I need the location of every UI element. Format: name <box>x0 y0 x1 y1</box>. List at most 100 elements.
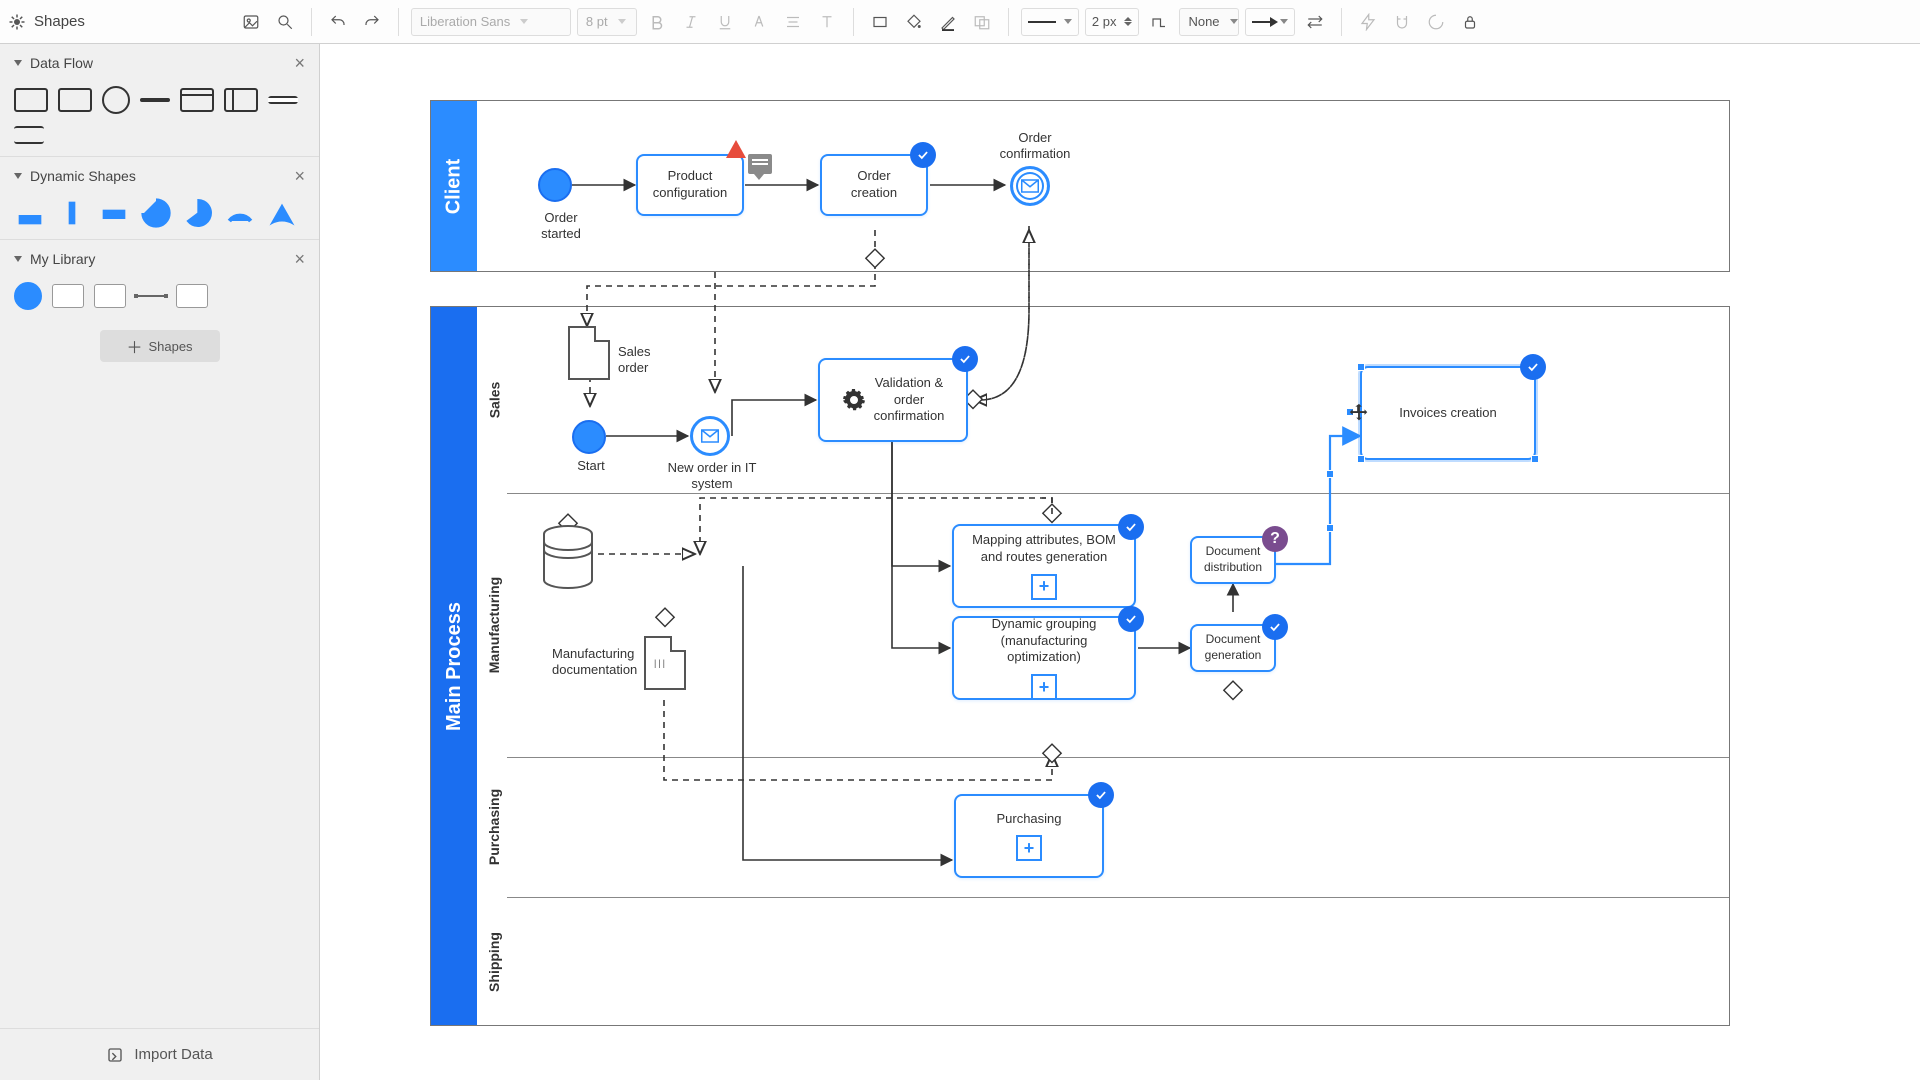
swap-arrows-button[interactable] <box>1301 8 1329 36</box>
shapes-menu[interactable]: Shapes <box>8 13 85 31</box>
chevron-down-icon <box>618 19 626 24</box>
pool-title: Client <box>443 158 466 214</box>
palette-bar-icon[interactable] <box>14 199 46 227</box>
node-label: Start <box>568 458 614 474</box>
undo-button[interactable] <box>324 8 352 36</box>
panel-header-mylib[interactable]: My Library× <box>0 240 319 278</box>
text-options-button[interactable] <box>813 8 841 36</box>
palette-slice-icon[interactable] <box>266 199 298 227</box>
panel-header-dataflow[interactable]: Data Flow× <box>0 44 319 82</box>
font-family-dropdown[interactable]: Liberation Sans <box>411 8 571 36</box>
import-data-button[interactable]: Import Data <box>0 1028 319 1080</box>
task-label: Document distribution <box>1204 544 1262 575</box>
palette-link[interactable] <box>268 96 298 104</box>
close-icon[interactable]: × <box>294 54 305 72</box>
insert-image-button[interactable] <box>237 8 265 36</box>
message-event[interactable] <box>1010 166 1050 206</box>
task-label: Purchasing <box>996 811 1061 828</box>
underline-button[interactable] <box>711 8 739 36</box>
arrow-start-value: None <box>1188 14 1219 29</box>
stroke-width-stepper[interactable]: 2 px <box>1085 8 1140 36</box>
task-validation[interactable]: Validation & order confirmation <box>818 358 968 442</box>
plus-icon: ＋ <box>126 334 142 358</box>
add-shapes-button[interactable]: ＋ Shapes <box>100 330 220 362</box>
palette-rect[interactable] <box>58 88 92 112</box>
task-purchasing[interactable]: Purchasing + <box>954 794 1104 878</box>
italic-button[interactable] <box>677 8 705 36</box>
line-routing-button[interactable] <box>1145 8 1173 36</box>
palette-bar-icon[interactable] <box>56 199 88 227</box>
palette-connector[interactable] <box>136 295 166 297</box>
font-size-dropdown[interactable]: 8 pt <box>577 8 637 36</box>
node-label: Order started <box>526 210 596 243</box>
align-button[interactable] <box>779 8 807 36</box>
diagram-stage[interactable]: Client Main Process Sales Manufacturing … <box>430 100 1730 1030</box>
canvas[interactable]: Client Main Process Sales Manufacturing … <box>320 44 1920 1080</box>
palette-pie-icon[interactable] <box>182 199 214 227</box>
close-icon[interactable]: × <box>294 250 305 268</box>
palette-task[interactable] <box>52 284 84 308</box>
task-label: Dynamic grouping (manufacturing optimiza… <box>966 616 1122 667</box>
task-product-config[interactable]: Product configuration <box>636 154 744 216</box>
chevron-down-icon <box>1064 19 1072 24</box>
palette-rect[interactable] <box>14 88 48 112</box>
check-badge <box>1262 614 1288 640</box>
comment-icon[interactable] <box>748 154 772 174</box>
fill-color-button[interactable] <box>900 8 928 36</box>
check-badge <box>1088 782 1114 808</box>
task-invoices[interactable]: Invoices creation <box>1360 366 1536 460</box>
shape-rect-button[interactable] <box>866 8 894 36</box>
start-event[interactable] <box>572 420 606 454</box>
task-mapping[interactable]: Mapping attributes, BOM and routes gener… <box>952 524 1136 608</box>
close-icon[interactable]: × <box>294 167 305 185</box>
task-label: Document generation <box>1205 632 1262 663</box>
node-label: Sales order <box>618 344 668 377</box>
palette-line[interactable] <box>140 98 170 102</box>
shape-style-button[interactable] <box>968 8 996 36</box>
line-color-button[interactable] <box>934 8 962 36</box>
start-event[interactable] <box>538 168 572 202</box>
pool-title: Main Process <box>443 602 466 731</box>
expand-subprocess-icon[interactable]: + <box>1031 574 1057 600</box>
palette-bar-icon[interactable] <box>98 199 130 227</box>
chevron-down-icon <box>1230 19 1238 24</box>
check-badge <box>1118 606 1144 632</box>
panel-body-dynamic <box>0 195 319 240</box>
check-badge <box>1118 514 1144 540</box>
data-object[interactable] <box>568 326 610 380</box>
pool-client[interactable]: Client <box>430 100 1730 272</box>
add-shapes-label: Shapes <box>148 339 192 354</box>
bars-icon: ||| <box>654 658 667 668</box>
panel-header-dynamic[interactable]: Dynamic Shapes× <box>0 157 319 195</box>
loading-icon[interactable] <box>1422 8 1450 36</box>
check-badge <box>910 142 936 168</box>
palette-circle[interactable] <box>102 86 130 114</box>
palette-start-event[interactable] <box>14 282 42 310</box>
palette-double-line[interactable] <box>14 126 44 144</box>
lane-title: Purchasing <box>486 789 502 865</box>
task-label: Validation & order confirmation <box>874 375 945 426</box>
palette-donut-icon[interactable] <box>140 199 172 227</box>
bold-button[interactable] <box>643 8 671 36</box>
text-color-button[interactable] <box>745 8 773 36</box>
arrow-end-dropdown[interactable] <box>1245 8 1295 36</box>
task-dynamic-grouping[interactable]: Dynamic grouping (manufacturing optimiza… <box>952 616 1136 700</box>
palette-arc-icon[interactable] <box>224 199 256 227</box>
stroke-style-dropdown[interactable] <box>1021 8 1079 36</box>
lightning-icon[interactable] <box>1354 8 1382 36</box>
magnet-icon[interactable] <box>1388 8 1416 36</box>
palette-task[interactable] <box>94 284 126 308</box>
lock-button[interactable] <box>1456 8 1484 36</box>
expand-subprocess-icon[interactable]: + <box>1016 835 1042 861</box>
message-event[interactable] <box>690 416 730 456</box>
expand-subprocess-icon[interactable]: + <box>1031 674 1057 700</box>
palette-task[interactable] <box>176 284 208 308</box>
redo-button[interactable] <box>358 8 386 36</box>
arrow-start-dropdown[interactable]: None <box>1179 8 1239 36</box>
palette-double-rect[interactable] <box>224 88 258 112</box>
data-store[interactable] <box>542 524 594 590</box>
chevron-down-icon <box>14 173 22 179</box>
task-order-creation[interactable]: Order creation <box>820 154 928 216</box>
palette-table[interactable] <box>180 88 214 112</box>
search-button[interactable] <box>271 8 299 36</box>
